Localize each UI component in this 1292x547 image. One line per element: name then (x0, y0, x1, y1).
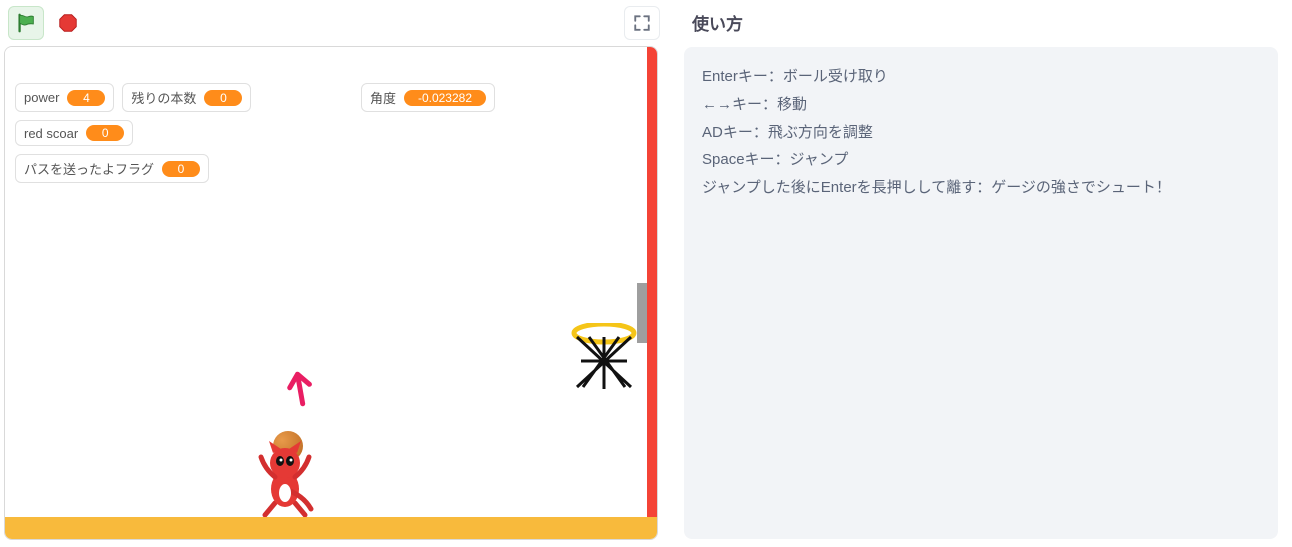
hoop-pillar (647, 47, 657, 517)
var-pass-flag[interactable]: パスを送ったよフラグ 0 (15, 154, 209, 183)
var-label: power (24, 90, 59, 105)
instruction-line: ジャンプした後にEnterを長押しして離す：ゲージの強さでシュート！ (702, 174, 1260, 202)
flag-icon (15, 12, 37, 34)
instruction-line: ADキー：飛ぶ方向を調整 (702, 119, 1260, 147)
player-sprite (255, 439, 315, 517)
var-label: 角度 (370, 88, 396, 107)
ground (5, 517, 657, 539)
var-value: 4 (67, 90, 105, 106)
var-label: 残りの本数 (131, 88, 196, 107)
var-value: 0 (162, 161, 200, 177)
var-red-scoar[interactable]: red scoar 0 (15, 120, 133, 146)
stop-button[interactable] (50, 6, 86, 40)
backboard (637, 283, 647, 343)
var-label: パスを送ったよフラグ (24, 159, 154, 178)
var-value: -0.023282 (404, 90, 486, 106)
instructions-title: 使い方 (684, 4, 1278, 47)
hoop (571, 323, 637, 402)
var-remaining[interactable]: 残りの本数 0 (122, 83, 251, 112)
variable-monitors: power 4 残りの本数 0 red scoar 0 (15, 83, 251, 183)
green-flag-button[interactable] (8, 6, 44, 40)
fullscreen-button[interactable] (624, 6, 660, 40)
stop-icon (57, 12, 79, 34)
stage[interactable]: power 4 残りの本数 0 red scoar 0 (4, 46, 658, 540)
instruction-line: ←→キー：移動 (702, 91, 1260, 119)
var-value: 0 (204, 90, 242, 106)
var-power[interactable]: power 4 (15, 83, 114, 112)
instruction-line: Spaceキー：ジャンプ (702, 146, 1260, 174)
instruction-line: Enterキー：ボール受け取り (702, 63, 1260, 91)
var-angle[interactable]: 角度 -0.023282 (361, 83, 495, 112)
direction-arrow (279, 361, 321, 415)
var-label: red scoar (24, 126, 78, 141)
var-value: 0 (86, 125, 124, 141)
expand-icon (633, 14, 651, 32)
stage-controls (4, 4, 664, 46)
instructions-box: Enterキー：ボール受け取り ←→キー：移動 ADキー：飛ぶ方向を調整 Spa… (684, 47, 1278, 539)
